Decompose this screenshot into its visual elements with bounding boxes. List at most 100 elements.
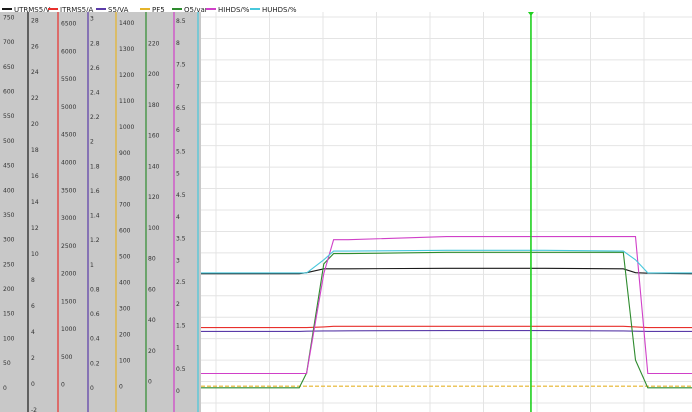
y-axis-tick-label: 400	[119, 280, 131, 287]
y-axis-tick-label: 6500	[61, 21, 76, 28]
y-axis-tick-label: 1400	[119, 20, 134, 27]
y-axis-tick-label: 0	[61, 382, 65, 389]
y-axis-tick-label: 600	[119, 228, 131, 235]
y-axis-tick-label: 6	[176, 127, 180, 134]
y-axis-tick-label: 100	[148, 225, 160, 232]
y-axis-tick-label: 0	[148, 379, 152, 386]
y-axis-tick-label: 600	[3, 89, 15, 96]
y-axis-tick-label: 6000	[61, 48, 76, 55]
y-axis-tick-label: 8	[176, 40, 180, 47]
y-axis-tick-label: 200	[119, 332, 131, 339]
y-axis-tick-label: 100	[3, 335, 15, 342]
y-axis-tick-label: 200	[3, 286, 15, 293]
y-axis-tick-label: 7.5	[176, 62, 186, 69]
y-axis-tick-label: 0	[3, 385, 7, 392]
y-axis-tick-label: 3	[90, 16, 94, 23]
y-axis-tick-label: 0.2	[90, 360, 100, 367]
y-axis-tick-label: 750	[3, 14, 15, 21]
y-axis-tick-label: 2	[90, 139, 94, 146]
y-axis-tick-label: 4	[31, 329, 35, 336]
y-axis-tick-label: 3500	[61, 187, 76, 194]
y-axis-tick-label: 5500	[61, 76, 76, 83]
y-axis-tick-label: 2.2	[90, 114, 100, 121]
y-axis-tick-label: 2.4	[90, 90, 100, 97]
y-axis-tick-label: 150	[3, 311, 15, 318]
y-axis-tick-label: 4.5	[176, 192, 186, 199]
y-axis-tick-label: 1100	[119, 98, 134, 105]
y-axis-tick-label: 300	[3, 237, 15, 244]
y-axis-tick-label: 100	[119, 358, 131, 365]
y-axis-tick-label: 350	[3, 212, 15, 219]
y-axis-tick-label: 1.2	[90, 237, 100, 244]
y-axis-tick-label: 700	[119, 202, 131, 209]
y-axis-tick-label: 4500	[61, 132, 76, 139]
y-axis-tick-label: 500	[61, 354, 73, 361]
y-axis-tick-label: 10	[31, 251, 39, 258]
y-axis-tick-label: 550	[3, 113, 15, 120]
power-quality-recorder-view: UTRMS5/V ITRMS5/A S5/VA PF5 Q5/var HIHDS/% HUH…	[0, 0, 692, 412]
y-axis-tick-label: 220	[148, 40, 160, 47]
y-axis-tick-label: 5.5	[176, 149, 186, 156]
y-axis-tick-label: 1300	[119, 46, 134, 53]
y-axis-tick-label: 160	[148, 133, 160, 140]
y-axis-tick-label: 0.6	[90, 311, 100, 318]
y-axis-tick-label: 5	[176, 170, 180, 177]
y-axis-tick-label: 0	[90, 385, 94, 392]
y-axis-tick-label: 3.5	[176, 236, 186, 243]
y-axis-tick-label: 1200	[119, 72, 134, 79]
y-axis-tick-label: 250	[3, 261, 15, 268]
y-axis-tick-label: 300	[119, 306, 131, 313]
y-axis-tick-label: 2	[176, 301, 180, 308]
y-axis-tick-label: 0.8	[90, 286, 100, 293]
y-axis-tick-label: 2.6	[90, 65, 100, 72]
y-axis-tick-label: 2.5	[176, 279, 186, 286]
y-axis-tick-label: 900	[119, 150, 131, 157]
y-axis-tick-label: 16	[31, 173, 39, 180]
y-axis-tick-label: 0	[176, 388, 180, 395]
y-axis-tick-label: 28	[31, 17, 39, 24]
y-axis-tick-label: 0.4	[90, 336, 100, 343]
y-axis-tick-label: 650	[3, 64, 15, 71]
y-axis-tick-label: 500	[119, 254, 131, 261]
y-axis-tick-label: 500	[3, 138, 15, 145]
y-axis-tick-label: -2	[31, 407, 37, 412]
y-axis-tick-label: 6	[31, 303, 35, 310]
y-axis-tick-label: 0	[31, 381, 35, 388]
y-axis-tick-label: 0	[119, 384, 123, 391]
y-axis-tick-label: 1.4	[90, 213, 100, 220]
y-axis-tick-label: 24	[31, 69, 39, 76]
y-axis-tick-label: 1.5	[176, 323, 186, 330]
y-axis-tick-label: 120	[148, 194, 160, 201]
y-axis-tick-label: 3	[176, 257, 180, 264]
y-axis-tick-label: 1.8	[90, 163, 100, 170]
y-axis-tick-label: 20	[148, 348, 156, 355]
y-axis-tick-label: 12	[31, 225, 39, 232]
y-axis-tick-label: 3000	[61, 215, 76, 222]
y-axis-tick-label: 2000	[61, 271, 76, 278]
y-axis-tick-label: 4000	[61, 160, 76, 167]
y-axis-tick-label: 1	[176, 344, 180, 351]
y-axis-tick-label: 1.6	[90, 188, 100, 195]
y-axis-tick-label: 800	[119, 176, 131, 183]
y-axis-tick-label: 200	[148, 71, 160, 78]
y-axis-tick-label: 1000	[119, 124, 134, 131]
y-axis-tick-label: 18	[31, 147, 39, 154]
y-axis-tick-label: 1000	[61, 326, 76, 333]
y-axis-tick-label: 0.5	[176, 366, 186, 373]
y-axis-tick-label: 2.8	[90, 40, 100, 47]
y-axis-tick-label: 50	[3, 360, 11, 367]
y-axis-tick-label: 2500	[61, 243, 76, 250]
y-axis-tick-label: 140	[148, 163, 160, 170]
y-axis-tick-label: 40	[148, 317, 156, 324]
y-axis-tick-label: 7	[176, 83, 180, 90]
chart-canvas[interactable]: 7507006506005505004504003503002502001501…	[0, 0, 692, 412]
y-axis-tick-label: 1	[90, 262, 94, 269]
y-axis-tick-label: 80	[148, 256, 156, 263]
y-axis-tick-label: 2	[31, 355, 35, 362]
y-axis-tick-label: 20	[31, 121, 39, 128]
y-axis-tick-label: 60	[148, 286, 156, 293]
y-axis-tick-label: 6.5	[176, 105, 186, 112]
y-axis-tick-label: 1500	[61, 298, 76, 305]
y-axis-tick-label: 700	[3, 39, 15, 46]
y-axis-tick-label: 450	[3, 163, 15, 170]
